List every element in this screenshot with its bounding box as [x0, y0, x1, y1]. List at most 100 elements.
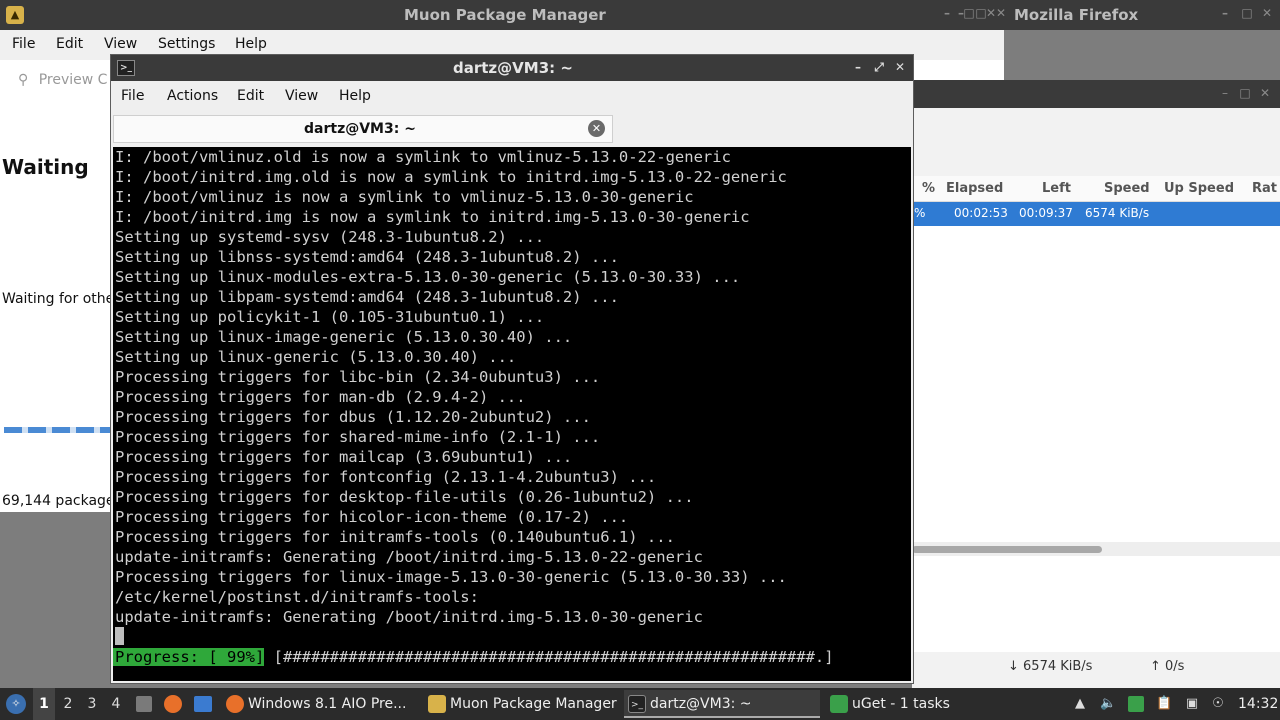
- terminal-line: Setting up systemd-sysv (248.3-1ubuntu8.…: [115, 228, 545, 246]
- uget-titlebar[interactable]: – □ ✕: [912, 80, 1280, 108]
- terminal-line: update-initramfs: Generating /boot/initr…: [115, 608, 703, 626]
- column-ratio[interactable]: Rat: [1252, 181, 1277, 196]
- uget-window: – □ ✕ % Elapsed Left Speed Up Speed Rat …: [912, 80, 1280, 688]
- start-menu-icon[interactable]: ✧: [6, 694, 26, 714]
- minimize-icon[interactable]: –: [940, 6, 954, 20]
- column-speed[interactable]: Speed: [1104, 181, 1150, 196]
- task-firefox-label: Windows 8.1 AIO Pre...: [248, 696, 407, 712]
- desktop-icon[interactable]: [194, 696, 212, 712]
- terminal-line: Processing triggers for libc-bin (2.34-0…: [115, 368, 601, 386]
- close-icon[interactable]: ✕: [994, 6, 1008, 20]
- maximize-icon[interactable]: □: [1240, 6, 1254, 20]
- muon-menu-view[interactable]: View: [104, 36, 137, 52]
- terminal-line: /etc/kernel/postinst.d/initramfs-tools:: [115, 588, 479, 606]
- row-speed: 6574 KiB/s: [1085, 206, 1150, 220]
- terminal-output: I: /boot/vmlinuz.old is now a symlink to…: [115, 147, 787, 627]
- minimize-icon[interactable]: –: [1218, 86, 1232, 100]
- terminal-line: Setting up linux-modules-extra-5.13.0-30…: [115, 268, 741, 286]
- terminal-line: Processing triggers for dbus (1.12.20-2u…: [115, 408, 591, 426]
- terminal-menu-edit[interactable]: Edit: [237, 88, 264, 104]
- workspace-2[interactable]: 2: [57, 688, 79, 720]
- muon-menu-file[interactable]: File: [12, 36, 35, 52]
- firefox-launcher-icon[interactable]: [164, 695, 182, 713]
- muon-search-input[interactable]: ⚲ Preview C: [18, 72, 107, 88]
- apt-progress-label: Progress: [ 99%]: [113, 648, 265, 666]
- task-uget[interactable]: uGet - 1 tasks: [826, 690, 1022, 718]
- table-row[interactable]: % 00:02:53 00:09:37 6574 KiB/s: [912, 202, 1280, 226]
- task-muon[interactable]: Muon Package Manager: [424, 690, 620, 718]
- task-terminal-label: dartz@VM3: ~: [650, 696, 752, 712]
- terminal-menu-help[interactable]: Help: [339, 88, 371, 104]
- firefox-title: Mozilla Firefox: [1014, 6, 1139, 24]
- close-icon[interactable]: ✕: [893, 60, 907, 74]
- minimize-icon[interactable]: –: [851, 60, 865, 74]
- column-percent[interactable]: %: [922, 181, 935, 196]
- muon-menu-edit[interactable]: Edit: [56, 36, 83, 52]
- row-percent: %: [914, 206, 926, 220]
- terminal-window: >_ dartz@VM3: ~ – ⤢ ✕ File Actions Edit …: [110, 54, 914, 684]
- scrollbar-thumb[interactable]: [912, 546, 1102, 553]
- muon-package-count: 69,144 packages: [2, 493, 122, 509]
- muon-busy-progress-bar: [4, 427, 114, 433]
- muon-menu-settings[interactable]: Settings: [158, 36, 215, 52]
- terminal-menu-actions[interactable]: Actions: [167, 88, 218, 104]
- terminal-menu-view[interactable]: View: [285, 88, 318, 104]
- tray-expand-icon[interactable]: ▲: [1072, 696, 1088, 712]
- column-up-speed[interactable]: Up Speed: [1164, 181, 1234, 196]
- terminal-line: Processing triggers for hicolor-icon-the…: [115, 508, 629, 526]
- row-elapsed: 00:02:53: [954, 206, 1008, 220]
- maximize-icon[interactable]: ⤢: [872, 60, 886, 74]
- uget-toolbar: [912, 108, 1280, 176]
- terminal-line: Processing triggers for desktop-file-uti…: [115, 488, 694, 506]
- maximize-icon[interactable]: □: [1238, 86, 1252, 100]
- volume-icon[interactable]: 🔈: [1100, 696, 1116, 712]
- terminal-line: Setting up libpam-systemd:amd64 (248.3-1…: [115, 288, 619, 306]
- clipboard-icon[interactable]: 📋: [1156, 696, 1172, 712]
- muon-status-detail: Waiting for othe: [2, 291, 115, 307]
- minimize-icon[interactable]: –: [1218, 6, 1232, 20]
- workspace-3[interactable]: 3: [81, 688, 103, 720]
- terminal-line: Processing triggers for initramfs-tools …: [115, 528, 675, 546]
- muon-title: Muon Package Manager: [404, 6, 606, 24]
- display-icon[interactable]: ▣: [1184, 696, 1200, 712]
- terminal-line: I: /boot/initrd.img.old is now a symlink…: [115, 168, 787, 186]
- close-icon[interactable]: ✕: [1260, 6, 1274, 20]
- terminal-line: Setting up linux-image-generic (5.13.0.3…: [115, 328, 573, 346]
- close-tab-icon[interactable]: ✕: [588, 120, 605, 137]
- terminal-title: dartz@VM3: ~: [453, 59, 573, 77]
- workspace-1[interactable]: 1: [33, 688, 55, 720]
- upload-speed: ↑ 0/s: [1150, 659, 1185, 674]
- terminal-line: update-initramfs: Generating /boot/initr…: [115, 548, 703, 566]
- terminal-titlebar[interactable]: >_ dartz@VM3: ~ – ⤢ ✕: [111, 55, 913, 81]
- terminal-menu-file[interactable]: File: [121, 88, 144, 104]
- firefox-titlebar[interactable]: Mozilla Firefox – □ ✕ – □ ✕: [958, 0, 1280, 30]
- close-icon[interactable]: ✕: [1258, 86, 1272, 100]
- muon-menu-help[interactable]: Help: [235, 36, 267, 52]
- muon-titlebar[interactable]: ▲ Muon Package Manager – □ ✕: [0, 0, 1004, 30]
- workspace-4[interactable]: 4: [105, 688, 127, 720]
- network-icon[interactable]: ☉: [1210, 696, 1226, 712]
- task-terminal[interactable]: >_ dartz@VM3: ~: [624, 690, 820, 718]
- muon-app-icon: ▲: [6, 6, 24, 24]
- terminal-line: Processing triggers for mailcap (3.69ubu…: [115, 448, 573, 466]
- terminal-icon: >_: [628, 695, 646, 713]
- terminal-cursor: [115, 627, 124, 645]
- uget-horizontal-scrollbar[interactable]: [912, 542, 1280, 556]
- column-left[interactable]: Left: [1042, 181, 1071, 196]
- file-manager-icon[interactable]: [136, 696, 152, 712]
- column-elapsed[interactable]: Elapsed: [946, 181, 1003, 196]
- uget-statusbar: ↓ 6574 KiB/s ↑ 0/s: [912, 652, 1280, 688]
- terminal-line: I: /boot/vmlinuz.old is now a symlink to…: [115, 148, 731, 166]
- terminal-screen[interactable]: I: /boot/vmlinuz.old is now a symlink to…: [113, 147, 911, 681]
- uget-tray-icon[interactable]: [1128, 696, 1144, 712]
- apt-progress-line: Progress: [ 99%] [######################…: [113, 647, 834, 667]
- muon-status-heading: Waiting: [2, 155, 89, 179]
- download-speed: ↓ 6574 KiB/s: [1008, 659, 1093, 674]
- task-firefox[interactable]: Windows 8.1 AIO Pre...: [222, 690, 418, 718]
- uget-icon: [830, 695, 848, 713]
- terminal-line: Processing triggers for man-db (2.9.4-2)…: [115, 388, 526, 406]
- clock[interactable]: 14:32: [1238, 688, 1278, 720]
- terminal-tab[interactable]: dartz@VM3: ~ ✕: [113, 115, 613, 143]
- minimize-icon[interactable]: –: [954, 6, 968, 20]
- maximize-icon[interactable]: □: [974, 6, 988, 20]
